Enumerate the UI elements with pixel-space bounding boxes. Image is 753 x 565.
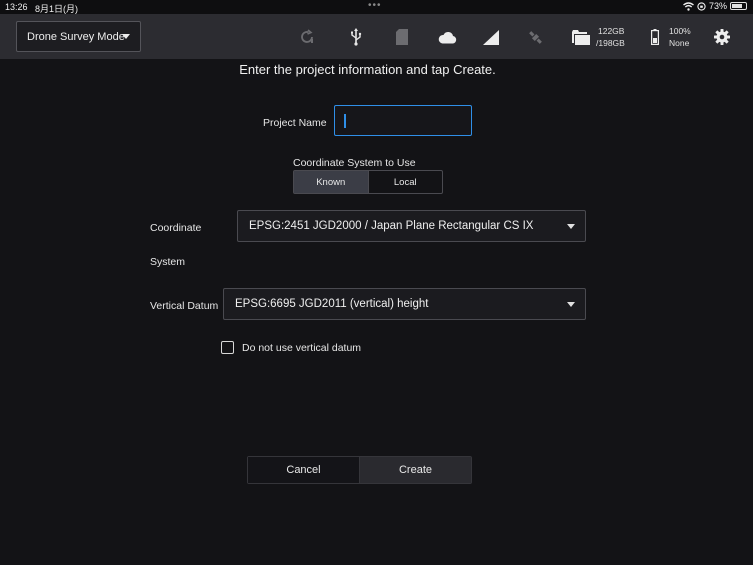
status-right: 73% — [683, 1, 747, 11]
battery-status-icon — [730, 2, 747, 10]
project-name-label: Project Name — [263, 117, 327, 129]
status-time: 13:26 — [5, 2, 28, 12]
folder-icon[interactable] — [571, 27, 591, 47]
chevron-down-icon — [122, 34, 130, 39]
signal-icon[interactable] — [482, 27, 500, 47]
battery-percent: 73% — [708, 1, 727, 11]
chevron-down-icon — [567, 224, 575, 229]
mode-label: Drone Survey Mode — [27, 30, 125, 43]
gear-icon[interactable] — [713, 27, 731, 47]
top-toolbar: Drone Survey Mode 122GB /198GB 100% None — [0, 14, 753, 59]
vertical-datum-label: Vertical Datum — [150, 300, 219, 312]
storage-total: /198GB — [596, 38, 625, 48]
system-label: System — [150, 256, 186, 268]
satellite-icon[interactable] — [526, 27, 544, 47]
no-vertical-datum-checkbox[interactable] — [221, 341, 234, 354]
action-buttons: Cancel Create — [247, 456, 472, 484]
device-battery-percent: 100% — [669, 26, 691, 36]
status-bar: 13:26 8月1日(月) ••• 73% — [0, 0, 753, 14]
cancel-button[interactable]: Cancel — [248, 457, 360, 483]
project-name-input[interactable] — [334, 105, 472, 136]
cloud-icon[interactable] — [437, 27, 457, 47]
coord-system-label: Coordinate System to Use — [293, 157, 416, 169]
coordinate-system-value: EPSG:2451 JGD2000 / Japan Plane Rectangu… — [249, 220, 534, 232]
instruction-text: Enter the project information and tap Cr… — [239, 62, 496, 77]
vertical-datum-select[interactable]: EPSG:6695 JGD2011 (vertical) height — [223, 288, 586, 320]
orientation-lock-icon — [697, 1, 706, 11]
mode-dropdown[interactable]: Drone Survey Mode — [16, 21, 141, 52]
coordinate-label: Coordinate — [150, 222, 202, 234]
multitask-dots-icon[interactable]: ••• — [368, 0, 382, 11]
device-battery-sub: None — [669, 38, 690, 48]
chevron-down-icon — [567, 302, 575, 307]
text-cursor — [344, 114, 346, 128]
segment-local[interactable]: Local — [369, 171, 443, 193]
sd-card-icon[interactable] — [395, 27, 409, 47]
refresh-icon[interactable] — [298, 27, 316, 47]
coordinate-system-select[interactable]: EPSG:2451 JGD2000 / Japan Plane Rectangu… — [237, 210, 586, 242]
segment-known[interactable]: Known — [294, 171, 368, 193]
create-button[interactable]: Create — [360, 457, 471, 483]
vertical-datum-value: EPSG:6695 JGD2011 (vertical) height — [235, 298, 429, 310]
coord-system-segmented-control: Known Local — [293, 170, 443, 194]
storage-readout: 122GB /198GB — [596, 25, 625, 49]
device-battery-readout: 100% None — [669, 25, 691, 49]
storage-free: 122GB — [598, 26, 625, 36]
usb-icon[interactable] — [349, 27, 363, 47]
battery-icon[interactable] — [650, 27, 660, 47]
no-vertical-datum-label: Do not use vertical datum — [242, 342, 362, 354]
wifi-icon — [683, 1, 694, 11]
